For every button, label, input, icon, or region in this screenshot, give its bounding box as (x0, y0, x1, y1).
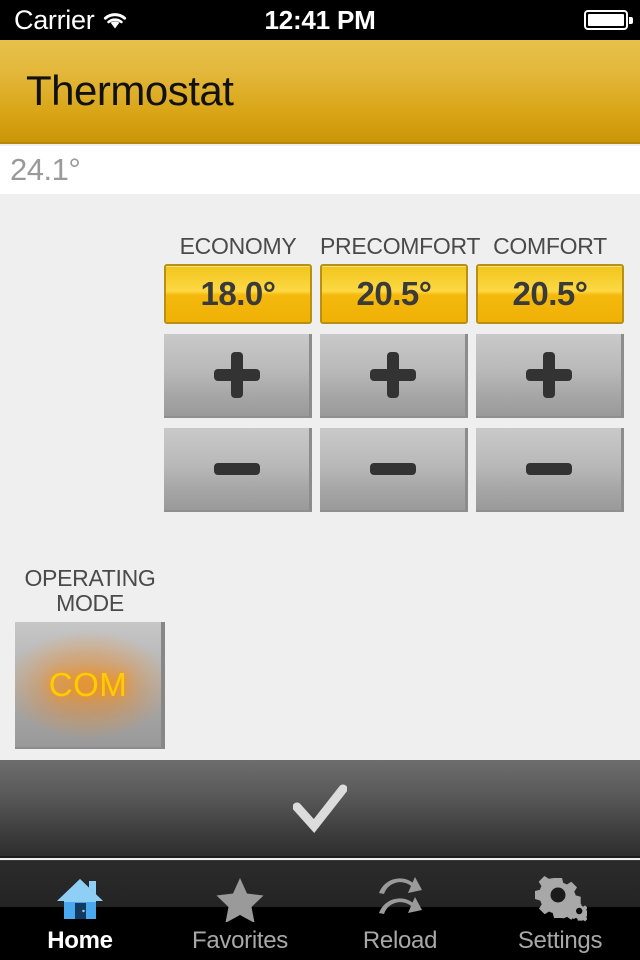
tab-label-favorites: Favorites (192, 927, 288, 954)
plus-icon (369, 352, 416, 398)
plus-icon (213, 352, 260, 398)
operating-mode-value: COM (48, 665, 128, 703)
current-temperature-row: 24.1° (0, 146, 640, 194)
setpoint-value-comfort[interactable]: 20.5° (476, 264, 624, 324)
decrease-button-precomfort[interactable] (320, 428, 468, 512)
tab-label-settings: Settings (517, 927, 603, 954)
tab-reload[interactable]: Reload (320, 861, 480, 960)
operating-mode-label-line2: MODE (56, 590, 124, 616)
decrease-button-comfort[interactable] (476, 428, 624, 512)
app-screen: Carrier 12:41 PM Thermostat 24.1° ECONOM… (0, 0, 640, 960)
main-content: ECONOMY 18.0° PRECOMFORT 20.5° COMFORT 2… (0, 194, 640, 760)
confirm-button[interactable] (0, 760, 640, 858)
battery-icon (584, 10, 628, 30)
setpoint-column-comfort: COMFORT 20.5° (476, 232, 624, 512)
title-bar: Thermostat (0, 40, 640, 144)
setpoint-label-comfort: COMFORT (493, 233, 607, 259)
minus-icon (525, 463, 572, 475)
battery-fill (588, 14, 624, 26)
checkmark-icon (293, 784, 347, 833)
home-icon (55, 873, 105, 925)
setpoint-label-economy: ECONOMY (179, 233, 297, 259)
tab-label-home: Home (47, 927, 113, 954)
operating-mode-label: OPERATING MODE (15, 566, 165, 616)
tab-label-reload: Reload (362, 927, 438, 954)
setpoint-label-precomfort: PRECOMFORT (320, 233, 481, 259)
setpoint-grid: ECONOMY 18.0° PRECOMFORT 20.5° COMFORT 2… (164, 232, 624, 512)
increase-button-economy[interactable] (164, 334, 312, 418)
current-temperature-value: 24.1° (10, 152, 81, 187)
tab-bar: Home Favorites Reload Settings (0, 860, 640, 960)
status-bar: Carrier 12:41 PM (0, 0, 640, 40)
tab-home[interactable]: Home (0, 861, 160, 960)
star-icon (215, 873, 265, 925)
operating-mode-section: OPERATING MODE COM (15, 566, 165, 749)
setpoint-column-economy: ECONOMY 18.0° (164, 232, 312, 512)
tab-settings[interactable]: Settings (480, 861, 640, 960)
setpoint-value-precomfort[interactable]: 20.5° (320, 264, 468, 324)
setpoint-value-economy[interactable]: 18.0° (164, 264, 312, 324)
tab-favorites[interactable]: Favorites (160, 861, 320, 960)
minus-icon (369, 463, 416, 475)
setpoint-column-precomfort: PRECOMFORT 20.5° (320, 232, 481, 512)
increase-button-precomfort[interactable] (320, 334, 468, 418)
operating-mode-button[interactable]: COM (15, 622, 165, 749)
battery-nub (629, 17, 633, 24)
page-title: Thermostat (26, 67, 234, 114)
plus-icon (525, 352, 572, 398)
refresh-icon (375, 873, 425, 925)
gear-icon (533, 873, 587, 925)
clock-label: 12:41 PM (264, 4, 376, 35)
increase-button-comfort[interactable] (476, 334, 624, 418)
operating-mode-label-line1: OPERATING (24, 565, 156, 591)
minus-icon (213, 463, 260, 475)
decrease-button-economy[interactable] (164, 428, 312, 512)
